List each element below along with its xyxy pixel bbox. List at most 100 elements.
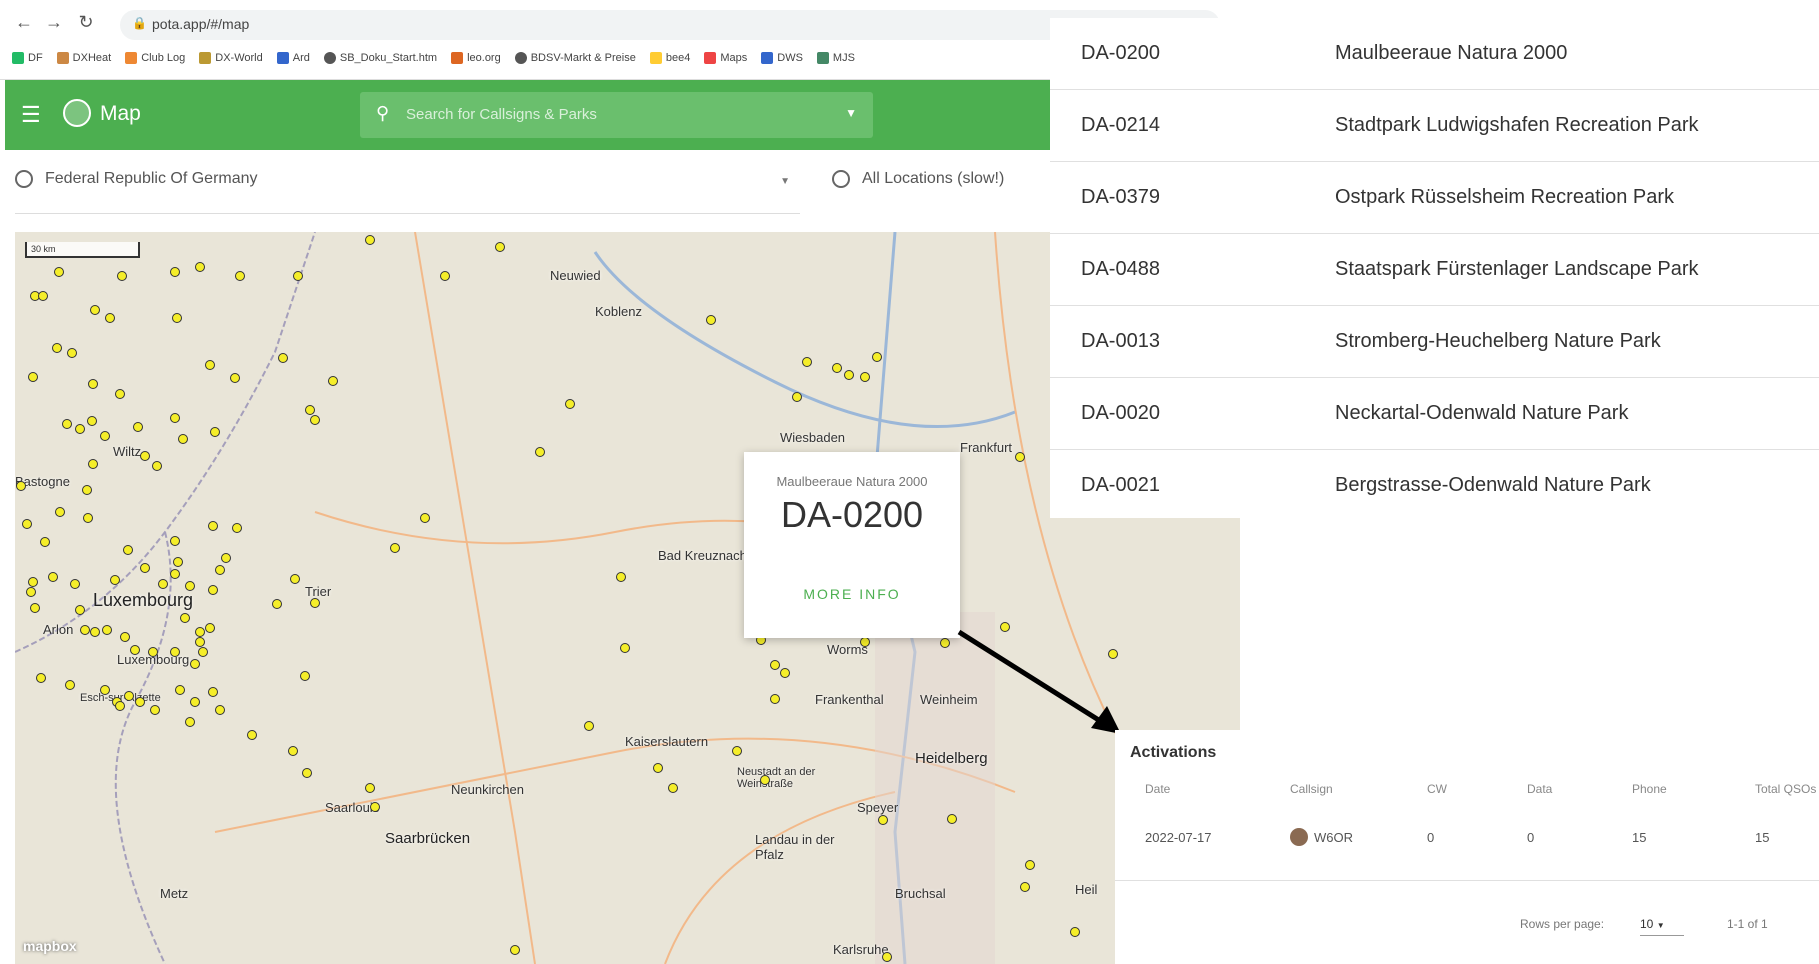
park-marker[interactable]	[205, 360, 215, 370]
park-marker[interactable]	[232, 523, 242, 533]
park-marker[interactable]	[52, 343, 62, 353]
park-marker[interactable]	[310, 415, 320, 425]
column-header[interactable]: Total QSOs	[1755, 782, 1816, 796]
park-marker[interactable]	[54, 267, 64, 277]
bookmark[interactable]: Ard	[276, 52, 310, 64]
park-marker[interactable]	[1020, 882, 1030, 892]
column-header[interactable]: Date	[1145, 782, 1170, 796]
park-marker[interactable]	[173, 557, 183, 567]
park-marker[interactable]	[130, 645, 140, 655]
bookmark[interactable]: MJS	[816, 52, 855, 64]
park-marker[interactable]	[140, 451, 150, 461]
park-marker[interactable]	[706, 315, 716, 325]
park-marker[interactable]	[882, 952, 892, 962]
park-row[interactable]: DA-0200 Maulbeeraue Natura 2000	[1050, 18, 1819, 90]
column-header[interactable]: CW	[1427, 782, 1447, 796]
park-marker[interactable]	[75, 605, 85, 615]
park-marker[interactable]	[195, 627, 205, 637]
park-marker[interactable]	[170, 536, 180, 546]
park-marker[interactable]	[195, 637, 205, 647]
column-header[interactable]: Phone	[1632, 782, 1667, 796]
park-marker[interactable]	[82, 485, 92, 495]
more-info-button[interactable]: MORE INFO	[744, 586, 960, 602]
park-marker[interactable]	[792, 392, 802, 402]
column-header[interactable]: Callsign	[1290, 782, 1333, 796]
park-row[interactable]: DA-0021 Bergstrasse-Odenwald Nature Park	[1050, 450, 1819, 522]
park-row[interactable]: DA-0020 Neckartal-Odenwald Nature Park	[1050, 378, 1819, 450]
forward-icon[interactable]: →	[42, 12, 66, 33]
park-marker[interactable]	[247, 730, 257, 740]
bookmark[interactable]: Club Log	[125, 52, 185, 64]
park-marker[interactable]	[115, 389, 125, 399]
search-input[interactable]: ⚲ Search for Callsigns & Parks ▼	[360, 92, 873, 138]
park-marker[interactable]	[302, 768, 312, 778]
park-marker[interactable]	[90, 627, 100, 637]
mapbox-attribution[interactable]: mapbox	[23, 938, 77, 954]
park-marker[interactable]	[365, 783, 375, 793]
park-marker[interactable]	[22, 519, 32, 529]
park-marker[interactable]	[328, 376, 338, 386]
park-marker[interactable]	[1015, 452, 1025, 462]
park-marker[interactable]	[124, 691, 134, 701]
bookmark[interactable]: DF	[12, 52, 43, 64]
park-marker[interactable]	[535, 447, 545, 457]
park-marker[interactable]	[230, 373, 240, 383]
park-marker[interactable]	[878, 815, 888, 825]
park-marker[interactable]	[420, 513, 430, 523]
park-marker[interactable]	[80, 625, 90, 635]
park-marker[interactable]	[495, 242, 505, 252]
park-marker[interactable]	[170, 647, 180, 657]
park-marker[interactable]	[30, 603, 40, 613]
park-marker[interactable]	[185, 581, 195, 591]
park-marker[interactable]	[288, 746, 298, 756]
park-marker[interactable]	[88, 379, 98, 389]
park-marker[interactable]	[180, 613, 190, 623]
park-marker[interactable]	[300, 671, 310, 681]
park-marker[interactable]	[390, 543, 400, 553]
park-marker[interactable]	[732, 746, 742, 756]
park-marker[interactable]	[365, 235, 375, 245]
park-row[interactable]: DA-0379 Ostpark Rüsselsheim Recreation Pa…	[1050, 162, 1819, 234]
park-marker[interactable]	[117, 271, 127, 281]
park-marker[interactable]	[210, 427, 220, 437]
park-marker[interactable]	[760, 775, 770, 785]
park-marker[interactable]	[178, 434, 188, 444]
park-marker[interactable]	[208, 585, 218, 595]
dropdown-icon[interactable]: ▼	[845, 106, 857, 120]
park-marker[interactable]	[67, 348, 77, 358]
back-icon[interactable]: ←	[12, 12, 36, 33]
park-marker[interactable]	[75, 424, 85, 434]
park-marker[interactable]	[584, 721, 594, 731]
park-marker[interactable]	[310, 598, 320, 608]
rows-per-page-select[interactable]: 10 ▼	[1640, 917, 1684, 936]
park-marker[interactable]	[668, 783, 678, 793]
park-marker[interactable]	[1025, 860, 1035, 870]
park-marker[interactable]	[38, 291, 48, 301]
bookmark[interactable]: BDSV-Markt & Preise	[514, 52, 636, 64]
park-marker[interactable]	[616, 572, 626, 582]
park-marker[interactable]	[208, 687, 218, 697]
park-marker[interactable]	[185, 717, 195, 727]
bookmark[interactable]: bee4	[649, 52, 690, 64]
park-marker[interactable]	[158, 579, 168, 589]
bookmark[interactable]: Maps	[704, 52, 747, 64]
park-marker[interactable]	[28, 577, 38, 587]
all-locations-toggle[interactable]: All Locations (slow!)	[832, 170, 1004, 188]
park-marker[interactable]	[135, 697, 145, 707]
park-marker[interactable]	[1070, 927, 1080, 937]
park-marker[interactable]	[140, 563, 150, 573]
park-marker[interactable]	[305, 405, 315, 415]
column-header[interactable]: Data	[1527, 782, 1552, 796]
park-marker[interactable]	[205, 623, 215, 633]
park-marker[interactable]	[170, 267, 180, 277]
park-row[interactable]: DA-0488 Staatspark Fürstenlager Landscape…	[1050, 234, 1819, 306]
park-marker[interactable]	[70, 579, 80, 589]
park-marker[interactable]	[100, 685, 110, 695]
park-marker[interactable]	[290, 574, 300, 584]
menu-icon[interactable]: ☰	[21, 102, 41, 128]
park-marker[interactable]	[172, 313, 182, 323]
bookmark[interactable]: DXHeat	[56, 52, 111, 64]
park-marker[interactable]	[510, 945, 520, 955]
bookmark[interactable]: DWS	[761, 52, 803, 64]
park-marker[interactable]	[802, 357, 812, 367]
